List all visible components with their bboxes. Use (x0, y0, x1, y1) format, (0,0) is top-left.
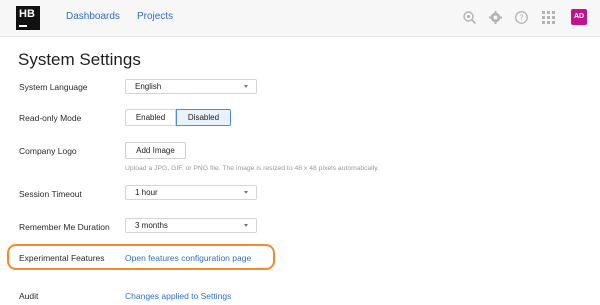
search-icon[interactable] (462, 10, 477, 25)
session-timeout-value: 1 hour (135, 188, 158, 197)
remember-me-label: Remember Me Duration (19, 222, 110, 232)
remember-me-value: 3 months (135, 221, 168, 230)
session-timeout-select[interactable]: 1 hour (125, 185, 257, 200)
chevron-down-icon (244, 224, 248, 227)
apps-grid-icon[interactable] (541, 10, 556, 25)
nav-projects-link[interactable]: Projects (137, 11, 173, 22)
chevron-down-icon (244, 191, 248, 194)
read-only-enabled-option[interactable]: Enabled (125, 109, 176, 126)
open-features-config-link[interactable]: Open features configuration page (125, 253, 251, 263)
page-title: System Settings (18, 50, 141, 69)
read-only-disabled-option[interactable]: Disabled (176, 109, 231, 126)
user-avatar[interactable]: AD (571, 9, 587, 25)
remember-me-select[interactable]: 3 months (125, 218, 257, 233)
top-navigation-bar: HB Dashboards Projects ? AD (0, 0, 600, 37)
company-logo-label: Company Logo (19, 146, 77, 156)
logo-text: HB (19, 8, 35, 20)
help-icon[interactable]: ? (514, 10, 529, 25)
system-language-label: System Language (19, 82, 88, 92)
experimental-features-label: Experimental Features (19, 253, 105, 263)
chevron-down-icon (244, 85, 248, 88)
read-only-mode-label: Read-only Mode (19, 113, 82, 123)
audit-changes-link[interactable]: Changes applied to Settings (125, 291, 231, 301)
gear-icon[interactable] (488, 10, 503, 25)
system-language-value: English (135, 82, 162, 91)
svg-text:?: ? (519, 13, 523, 22)
hub-logo[interactable]: HB (16, 6, 40, 30)
nav-dashboards-link[interactable]: Dashboards (66, 11, 120, 22)
session-timeout-label: Session Timeout (19, 189, 82, 199)
audit-label: Audit (19, 291, 39, 301)
company-logo-hint: Upload a JPG, GIF, or PNG file. The imag… (125, 165, 379, 172)
add-image-button[interactable]: Add Image (125, 142, 186, 159)
read-only-mode-toggle: Enabled Disabled (125, 109, 231, 126)
system-language-select[interactable]: English (125, 79, 257, 94)
